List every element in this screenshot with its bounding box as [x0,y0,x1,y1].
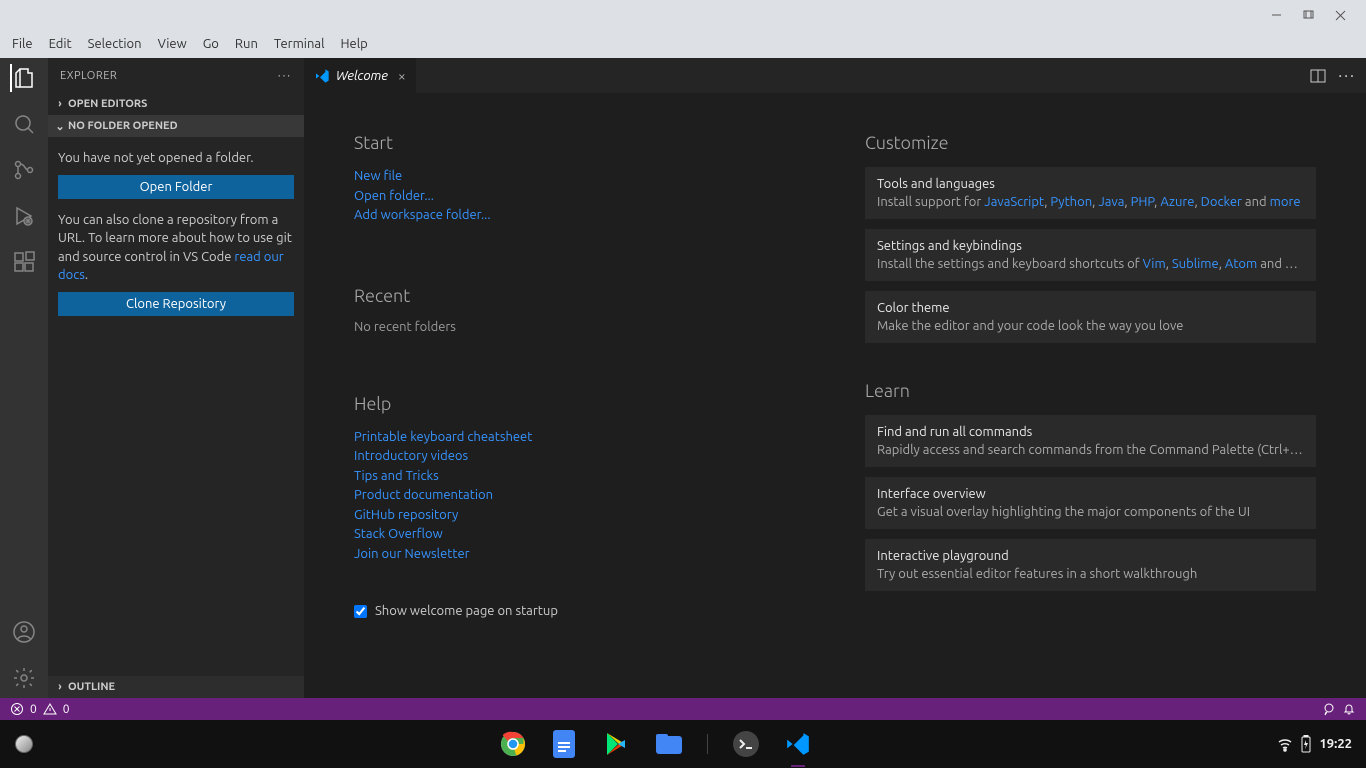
help-introductory-videos[interactable]: Introductory videos [354,447,805,467]
wifi-icon[interactable] [1277,736,1293,752]
help-github-repository[interactable]: GitHub repository [354,506,805,526]
help-stack-overflow[interactable]: Stack Overflow [354,525,805,545]
card-tools[interactable]: Tools and languages Install support for … [865,167,1316,219]
sidebar: EXPLORER ··· ›OPEN EDITORS ⌄NO FOLDER OP… [48,58,304,698]
menu-selection[interactable]: Selection [80,34,150,54]
source-control-icon[interactable] [10,156,38,184]
open-editors-section[interactable]: ›OPEN EDITORS [48,93,304,115]
errors-icon[interactable] [10,702,24,716]
card-interface-overview[interactable]: Interface overviewGet a visual overlay h… [865,477,1316,529]
clone-msg: You can also clone a repository from a U… [58,211,294,284]
menu-run[interactable]: Run [227,34,266,54]
card-interactive-playground[interactable]: Interactive playgroundTry out essential … [865,539,1316,591]
run-debug-icon[interactable] [10,202,38,230]
settings-gear-icon[interactable] [10,664,38,692]
open-folder-button[interactable]: Open Folder [58,175,294,199]
more-link[interactable]: more [1270,195,1301,209]
lang-java[interactable]: Java [1098,195,1124,209]
recent-heading: Recent [354,286,805,306]
explorer-icon[interactable] [10,64,38,92]
os-taskbar: 19:22 [0,720,1366,768]
clock[interactable]: 19:22 [1319,737,1352,751]
show-welcome-input[interactable] [354,605,367,618]
terminal-icon[interactable] [732,730,760,758]
vscode-icon [314,68,330,84]
clone-repo-button[interactable]: Clone Repository [58,292,294,316]
menu-file[interactable]: File [4,34,41,54]
lang-php[interactable]: PHP [1131,195,1155,209]
taskbar-separator [707,734,708,754]
lang-sublime[interactable]: Sublime [1172,257,1219,271]
files-icon[interactable] [655,730,683,758]
start-button[interactable] [0,720,48,768]
status-bar: 0 0 [0,698,1366,720]
help-tips-and-tricks[interactable]: Tips and Tricks [354,467,805,487]
tab-welcome[interactable]: Welcome × [304,58,416,93]
warnings-count[interactable]: 0 [63,703,70,716]
chrome-icon[interactable] [499,730,527,758]
start-add-workspace-folder-[interactable]: Add workspace folder... [354,206,805,226]
recent-empty: No recent folders [354,320,805,334]
lang-javascript[interactable]: JavaScript [984,195,1044,209]
vscode-app-icon[interactable] [784,730,812,758]
tab-bar: Welcome × ··· [304,58,1366,93]
no-folder-section[interactable]: ⌄NO FOLDER OPENED [48,115,304,137]
feedback-icon[interactable] [1322,702,1336,716]
sidebar-title: EXPLORER ··· [48,58,304,93]
docs-icon[interactable] [551,730,579,758]
help-join-our-newsletter[interactable]: Join our Newsletter [354,545,805,565]
menu-terminal[interactable]: Terminal [266,34,333,54]
card-settings[interactable]: Settings and keybindings Install the set… [865,229,1316,281]
tab-close-icon[interactable]: × [398,68,406,84]
more-link[interactable]: others [1285,257,1304,271]
outline-section[interactable]: ›OUTLINE [48,676,304,698]
search-icon[interactable] [10,110,38,138]
no-folder-msg: You have not yet opened a folder. [58,149,294,167]
menu-edit[interactable]: Edit [41,34,80,54]
menu-go[interactable]: Go [195,34,227,54]
help-heading: Help [354,394,805,414]
start-open-folder-[interactable]: Open folder... [354,187,805,207]
lang-docker[interactable]: Docker [1201,195,1242,209]
battery-icon[interactable] [1301,735,1311,753]
card-theme[interactable]: Color theme Make the editor and your cod… [865,291,1316,343]
lang-python[interactable]: Python [1050,195,1092,209]
show-welcome-checkbox[interactable]: Show welcome page on startup [354,604,805,618]
help-printable-keyboard-cheatsheet[interactable]: Printable keyboard cheatsheet [354,428,805,448]
start-heading: Start [354,133,805,153]
accounts-icon[interactable] [10,618,38,646]
bell-icon[interactable] [1342,702,1356,716]
titlebar [0,0,1366,30]
lang-azure[interactable]: Azure [1160,195,1194,209]
editor-area: Welcome × ··· Start New fileOpen folder.… [304,58,1366,698]
minimize-icon[interactable] [1260,0,1292,30]
help-product-documentation[interactable]: Product documentation [354,486,805,506]
start-new-file[interactable]: New file [354,167,805,187]
errors-count[interactable]: 0 [30,703,37,716]
close-icon[interactable] [1324,0,1356,30]
activity-bar [0,58,48,698]
menu-help[interactable]: Help [332,34,375,54]
menubar: FileEditSelectionViewGoRunTerminalHelp [0,30,1366,58]
editor-more-icon[interactable]: ··· [1338,67,1356,85]
more-icon[interactable]: ··· [278,70,292,82]
split-editor-icon[interactable] [1310,68,1326,84]
play-store-icon[interactable] [603,730,631,758]
warnings-icon[interactable] [43,702,57,716]
lang-vim[interactable]: Vim [1143,257,1166,271]
customize-heading: Customize [865,133,1316,153]
learn-heading: Learn [865,381,1316,401]
menu-view[interactable]: View [150,34,195,54]
maximize-icon[interactable] [1292,0,1324,30]
card-find-and-run-all-commands[interactable]: Find and run all commandsRapidly access … [865,415,1316,467]
lang-atom[interactable]: Atom [1225,257,1257,271]
extensions-icon[interactable] [10,248,38,276]
